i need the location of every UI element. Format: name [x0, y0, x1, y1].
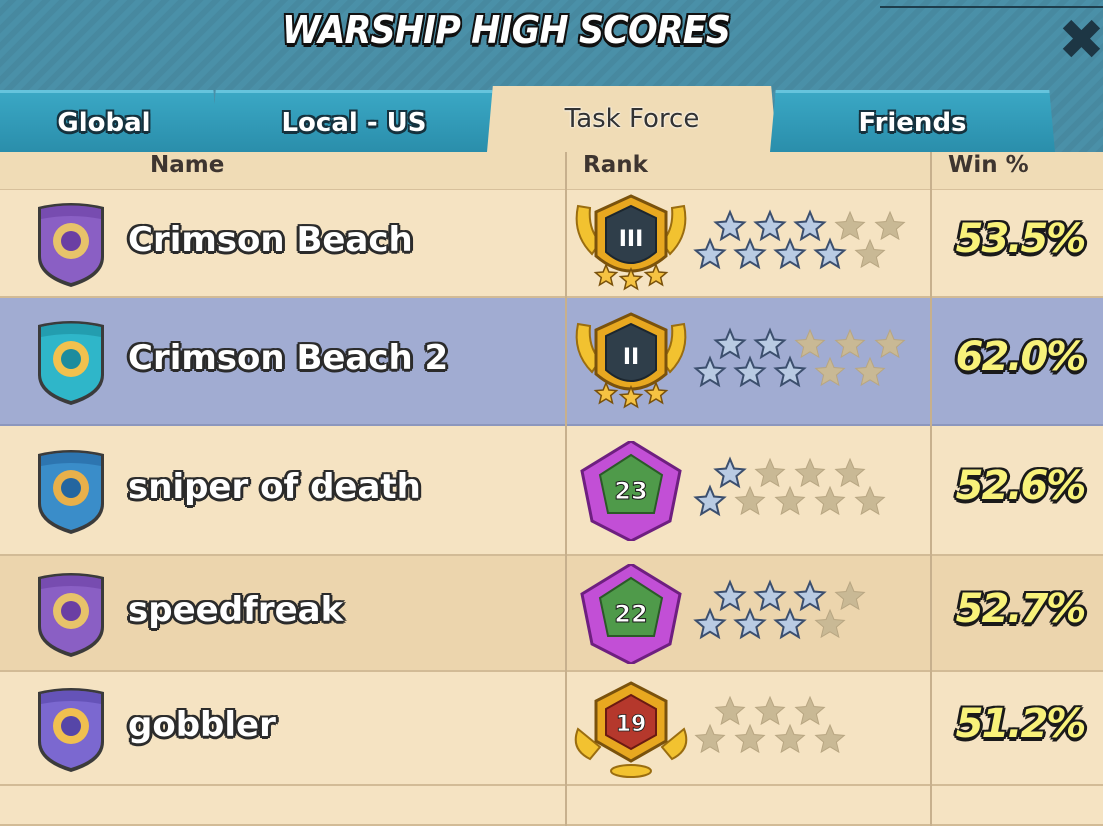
win-percentage: 52.6%	[955, 463, 1087, 509]
tab-task-force-label: Task Force	[564, 104, 700, 134]
rank-emblem-icon: II	[570, 312, 692, 412]
star-filled-icon	[773, 355, 807, 388]
star-empty-icon	[854, 356, 886, 387]
win-percentage: 62.0%	[955, 334, 1087, 380]
star-filled-icon	[753, 579, 787, 612]
star-empty-icon	[794, 328, 826, 359]
wolf-purple-badge-icon	[34, 569, 108, 659]
star-filled-icon	[693, 484, 727, 517]
player-name: Crimson Beach	[128, 220, 413, 260]
star-empty-icon	[734, 485, 766, 516]
player-name: sniper of death	[128, 467, 421, 507]
tab-friends[interactable]: Friends	[770, 90, 1055, 152]
star-filled-icon	[753, 209, 787, 242]
player-name: gobbler	[128, 705, 276, 745]
column-divider	[565, 152, 567, 826]
column-header-win[interactable]: Win %	[948, 152, 1029, 190]
leaderboard-row[interactable]: sniper of death 23 52.6%	[0, 426, 1103, 556]
star-empty-icon	[834, 210, 866, 241]
tab-task-force[interactable]: Task Force	[487, 86, 777, 152]
rank-label: 23	[614, 477, 647, 505]
star-empty-icon	[694, 723, 726, 754]
column-divider	[930, 152, 932, 826]
column-header-rank[interactable]: Rank	[583, 152, 648, 190]
star-filled-icon	[713, 209, 747, 242]
rank-label: II	[623, 345, 639, 370]
rank-stars	[692, 694, 924, 764]
star-empty-icon	[854, 485, 886, 516]
star-filled-icon	[813, 237, 847, 270]
star-filled-icon	[713, 327, 747, 360]
star-empty-icon	[814, 608, 846, 639]
star-empty-icon	[814, 485, 846, 516]
leaderboard-row[interactable]: gobbler 19 51.2%	[0, 672, 1103, 786]
star-empty-icon	[794, 457, 826, 488]
win-percentage: 52.7%	[955, 586, 1087, 632]
star-empty-icon	[854, 238, 886, 269]
star-empty-icon	[834, 457, 866, 488]
star-filled-icon	[753, 327, 787, 360]
player-name: speedfreak	[128, 590, 344, 630]
rank-emblem-icon: 23	[570, 439, 692, 543]
star-filled-icon	[693, 237, 727, 270]
star-empty-icon	[774, 485, 806, 516]
leaderboard-row[interactable]: Crimson Beach III 53.5%	[0, 190, 1103, 298]
page-title: WARSHIP HIGH SCORES	[282, 8, 731, 52]
leaderboard-row-partial[interactable]	[0, 786, 1103, 826]
star-filled-icon	[733, 607, 767, 640]
star-empty-icon	[874, 328, 906, 359]
eagle-teal-badge-icon	[34, 317, 108, 407]
tab-global-label: Global	[57, 107, 151, 138]
close-button[interactable]: ✖	[1058, 16, 1103, 66]
rank-emblem-icon: 22	[570, 562, 692, 666]
star-filled-icon	[713, 579, 747, 612]
header-divider	[880, 6, 1103, 8]
rank-emblem-icon: 19	[570, 679, 692, 779]
rank-emblem-icon: III	[570, 194, 692, 294]
star-filled-icon	[733, 355, 767, 388]
column-header-name[interactable]: Name	[150, 152, 224, 190]
player-name: Crimson Beach 2	[128, 338, 449, 378]
leaderboard-row[interactable]: Crimson Beach 2 II 62.0%	[0, 298, 1103, 426]
rank-stars	[692, 579, 924, 649]
star-filled-icon	[693, 355, 727, 388]
star-empty-icon	[754, 457, 786, 488]
star-filled-icon	[733, 237, 767, 270]
rank-label: 19	[616, 712, 647, 737]
rank-label: III	[619, 227, 644, 252]
fist-purple-badge-icon	[34, 684, 108, 774]
star-filled-icon	[793, 579, 827, 612]
close-icon: ✖	[1058, 16, 1103, 66]
win-percentage: 53.5%	[955, 216, 1087, 262]
star-empty-icon	[714, 695, 746, 726]
rank-stars	[692, 327, 924, 397]
wolf-purple-badge-icon	[34, 199, 108, 289]
star-empty-icon	[754, 695, 786, 726]
star-filled-icon	[713, 456, 747, 489]
star-empty-icon	[794, 695, 826, 726]
star-empty-icon	[734, 723, 766, 754]
win-percentage: 51.2%	[955, 701, 1087, 747]
rank-label: 22	[614, 600, 647, 628]
star-filled-icon	[773, 607, 807, 640]
star-empty-icon	[814, 723, 846, 754]
tab-local-us-label: Local - US	[281, 107, 427, 138]
star-empty-icon	[814, 356, 846, 387]
sword-blue-badge-icon	[34, 446, 108, 536]
rank-stars	[692, 209, 924, 279]
star-filled-icon	[773, 237, 807, 270]
tab-friends-label: Friends	[858, 107, 967, 138]
star-empty-icon	[774, 723, 806, 754]
rank-stars	[692, 456, 924, 526]
star-filled-icon	[793, 209, 827, 242]
leaderboard-row[interactable]: speedfreak 22 52.7%	[0, 556, 1103, 672]
star-filled-icon	[693, 607, 727, 640]
star-empty-icon	[834, 580, 866, 611]
star-empty-icon	[834, 328, 866, 359]
star-empty-icon	[874, 210, 906, 241]
tab-local-us[interactable]: Local - US	[210, 90, 498, 152]
tab-global[interactable]: Global	[0, 90, 218, 152]
